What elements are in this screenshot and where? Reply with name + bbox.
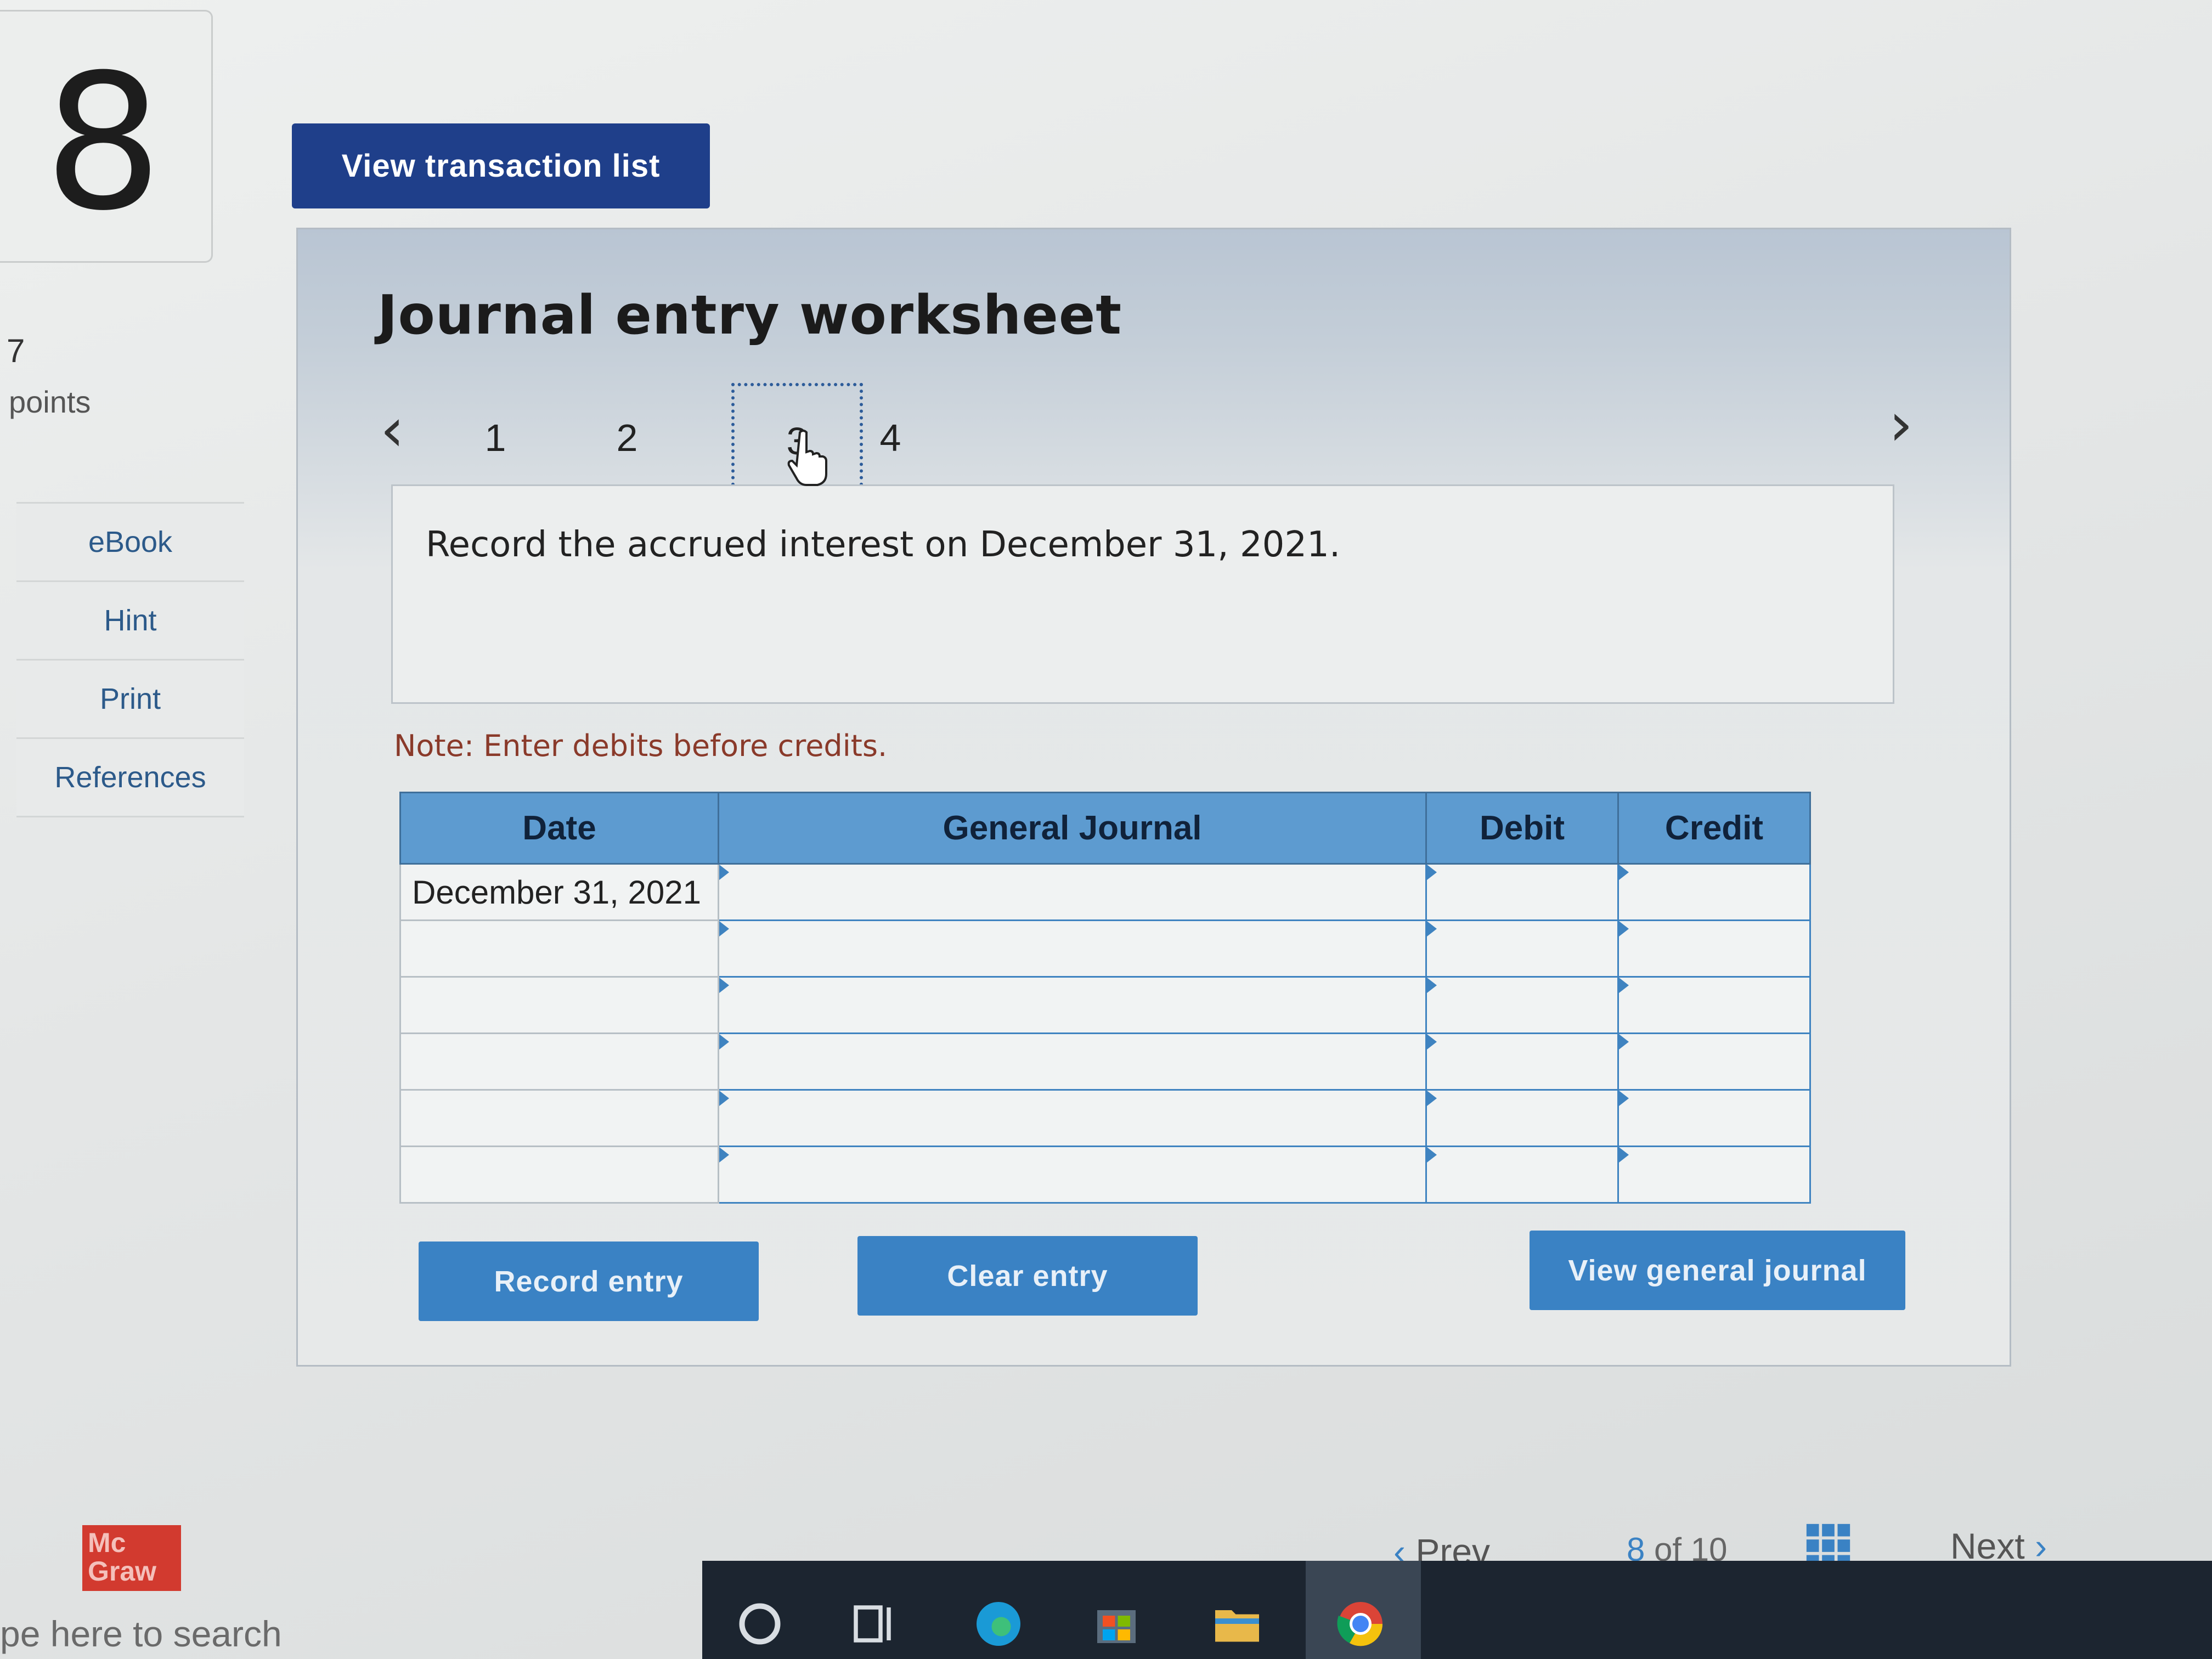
input-marker-icon: [1427, 978, 1437, 993]
question-number: 8: [44, 35, 163, 252]
side-item-references[interactable]: References: [16, 737, 244, 817]
tab-2[interactable]: 2: [561, 383, 693, 493]
dropdown-marker-icon: [719, 921, 729, 936]
input-marker-icon: [1619, 1091, 1629, 1106]
side-menu: eBook Hint Print References: [16, 502, 244, 817]
debit-input[interactable]: [1425, 919, 1619, 978]
prev-tab-chevron-icon[interactable]: ‹: [380, 399, 404, 460]
debit-input[interactable]: [1425, 1146, 1619, 1204]
taskbar-search-input[interactable]: pe here to search: [0, 1613, 282, 1655]
account-input[interactable]: [718, 1089, 1427, 1147]
input-marker-icon: [1619, 1034, 1629, 1049]
table-row: [399, 976, 1811, 1034]
table-row: [399, 1146, 1811, 1204]
points-value: 7: [7, 332, 25, 369]
side-item-ebook[interactable]: eBook: [16, 502, 244, 580]
side-item-print[interactable]: Print: [16, 659, 244, 737]
input-marker-icon: [1427, 1034, 1437, 1049]
input-marker-icon: [1427, 921, 1437, 936]
input-marker-icon: [1427, 1091, 1437, 1106]
column-header-date: Date: [399, 792, 719, 865]
credit-input[interactable]: [1617, 1146, 1811, 1204]
worksheet-title: Journal entry worksheet: [377, 284, 1122, 347]
column-header-credit: Credit: [1617, 792, 1811, 865]
credit-input[interactable]: [1617, 1032, 1811, 1091]
account-input[interactable]: [718, 1032, 1427, 1091]
debit-input[interactable]: [1425, 976, 1619, 1034]
date-cell: [399, 976, 719, 1034]
debit-input[interactable]: [1425, 1032, 1619, 1091]
date-cell: December 31, 2021: [399, 863, 719, 921]
account-input[interactable]: [718, 976, 1427, 1034]
points-label: points: [9, 385, 91, 419]
store-icon[interactable]: [1089, 1596, 1144, 1651]
table-row: [399, 1032, 1811, 1091]
date-cell: [399, 1089, 719, 1147]
journal-table: Date General Journal Debit Credit Decemb…: [399, 792, 1811, 1204]
dropdown-marker-icon: [719, 978, 729, 993]
input-marker-icon: [1619, 865, 1629, 880]
chrome-icon[interactable]: [1333, 1596, 1388, 1651]
dropdown-marker-icon: [719, 1091, 729, 1106]
credit-input[interactable]: [1617, 976, 1811, 1034]
cortana-circle-icon[interactable]: [732, 1596, 787, 1651]
hand-cursor-icon: [787, 430, 827, 486]
chevron-right-icon: ›: [2035, 1526, 2047, 1566]
column-header-general-journal: General Journal: [718, 792, 1427, 865]
side-item-hint[interactable]: Hint: [16, 580, 244, 659]
instruction-box: Record the accrued interest on December …: [391, 484, 1894, 704]
input-marker-icon: [1427, 865, 1437, 880]
account-input[interactable]: [718, 863, 1427, 921]
account-input[interactable]: [718, 919, 1427, 978]
journal-entry-worksheet-panel: Journal entry worksheet ‹ 1 2 3 4 › Reco…: [296, 228, 2011, 1367]
file-explorer-icon[interactable]: [1210, 1596, 1265, 1651]
debit-input[interactable]: [1425, 863, 1619, 921]
date-cell: [399, 919, 719, 978]
question-number-card: 8: [0, 10, 213, 263]
view-general-journal-button[interactable]: View general journal: [1530, 1231, 1905, 1310]
edge-browser-icon[interactable]: [971, 1596, 1026, 1651]
task-view-icon[interactable]: [848, 1596, 902, 1651]
input-marker-icon: [1619, 1147, 1629, 1163]
journal-header-row: Date General Journal Debit Credit: [399, 792, 1811, 865]
date-cell: [399, 1032, 719, 1091]
table-row: December 31, 2021: [399, 863, 1811, 921]
account-input[interactable]: [718, 1146, 1427, 1204]
taskbar: [702, 1561, 2212, 1659]
dropdown-marker-icon: [719, 1147, 729, 1163]
table-row: [399, 1089, 1811, 1147]
date-cell: [399, 1146, 719, 1204]
credit-input[interactable]: [1617, 863, 1811, 921]
debit-input[interactable]: [1425, 1089, 1619, 1147]
table-row: [399, 919, 1811, 978]
input-marker-icon: [1427, 1147, 1437, 1163]
dropdown-marker-icon: [719, 1034, 729, 1049]
tab-1[interactable]: 1: [430, 383, 561, 493]
input-marker-icon: [1619, 978, 1629, 993]
tab-4[interactable]: 4: [825, 383, 956, 493]
credit-input[interactable]: [1617, 919, 1811, 978]
record-entry-button[interactable]: Record entry: [419, 1242, 759, 1321]
mcgraw-logo: Mc Graw: [82, 1525, 181, 1591]
credit-input[interactable]: [1617, 1089, 1811, 1147]
clear-entry-button[interactable]: Clear entry: [857, 1236, 1198, 1316]
input-marker-icon: [1619, 921, 1629, 936]
note-text: Note: Enter debits before credits.: [394, 729, 888, 763]
column-header-debit: Debit: [1425, 792, 1619, 865]
view-transaction-list-button[interactable]: View transaction list: [292, 123, 710, 208]
dropdown-marker-icon: [719, 865, 729, 880]
next-tab-chevron-icon[interactable]: ›: [1889, 394, 1913, 454]
instruction-text: Record the accrued interest on December …: [426, 524, 1341, 565]
